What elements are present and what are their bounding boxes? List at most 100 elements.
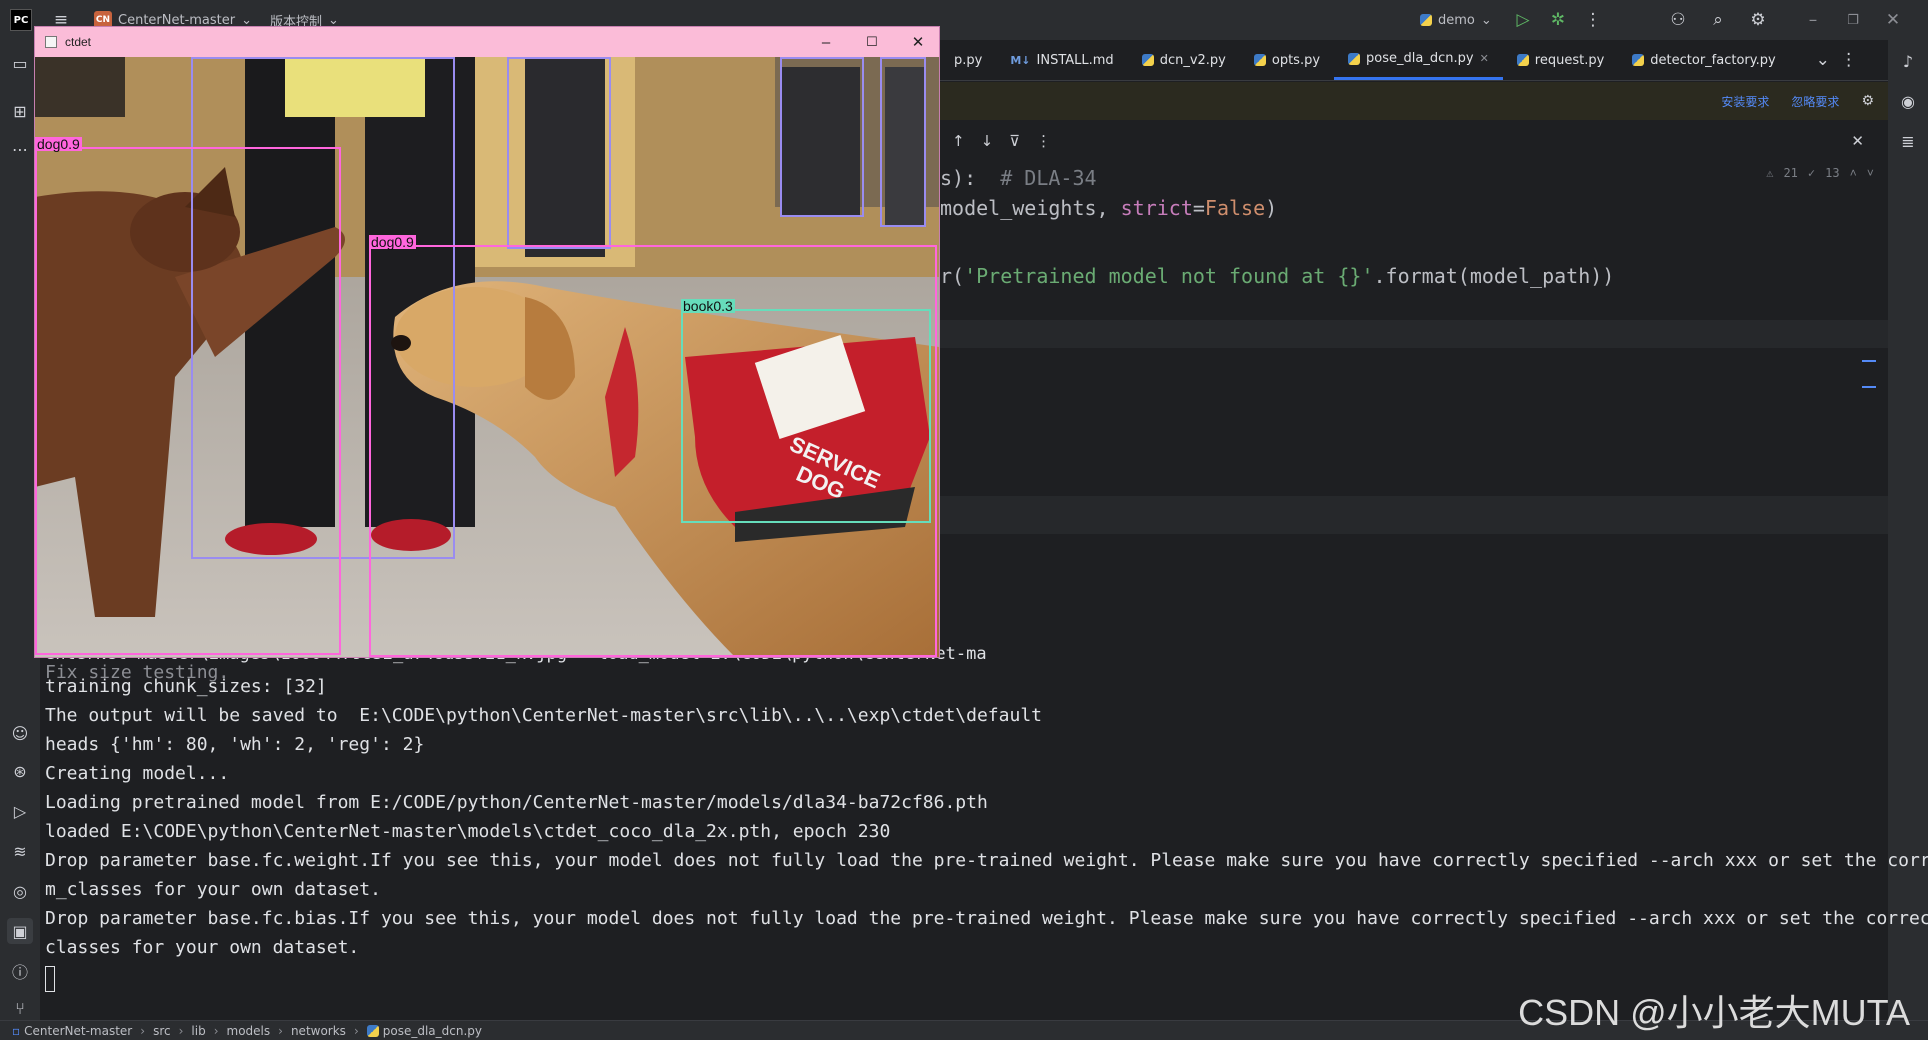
code-line-3: r('Pretrained model not found at {}'.for… <box>940 264 1615 288</box>
python-file-icon <box>1141 54 1154 66</box>
notice-settings-gear-icon[interactable]: ⚙ <box>1861 93 1874 109</box>
breadcrumb-item[interactable]: pose_dla_dcn.py <box>383 1024 482 1038</box>
install-requirements-link[interactable]: 安装要求 <box>1721 93 1769 110</box>
code-editor[interactable]: ⚠ 21 ✓ 13 ˄ ˅ s): # DLA-34 model_weights, s… <box>940 160 1888 610</box>
highlight-band <box>940 496 1888 534</box>
structure-icon[interactable]: ⊞ <box>7 98 33 124</box>
previous-occurrence-icon[interactable]: ↑ <box>952 132 965 150</box>
tab-label: pose_dla_dcn.py <box>1366 51 1474 66</box>
markdown-file-icon: M↓ <box>1010 53 1031 67</box>
search-icon[interactable]: ⌕ <box>1705 7 1731 33</box>
chevron-right-icon: › <box>140 1023 146 1038</box>
editor-tab-bar: p.py M↓ INSTALL.md dcn_v2.py opts.py pose… <box>940 40 1888 81</box>
terminal-line-8: m_classes for your own dataset. <box>45 879 381 900</box>
python-icon <box>1420 14 1432 26</box>
code-line-2: model_weights, strict=False) <box>940 196 1278 220</box>
window-maximize-icon[interactable]: ☐ <box>849 27 895 57</box>
debug-icon[interactable]: ✲ <box>1545 7 1571 33</box>
detection-box-book <box>681 309 931 523</box>
detection-label-dog: dog0.9 <box>35 136 82 152</box>
ai-assistant-icon[interactable]: ◉ <box>1895 88 1921 114</box>
chevron-right-icon: › <box>278 1023 283 1038</box>
python-file-icon <box>1253 54 1266 66</box>
pycharm-logo: PC <box>10 9 32 31</box>
scrollbar-marker[interactable] <box>1862 360 1876 388</box>
check-icon: ✓ <box>1807 166 1816 180</box>
terminal-line-10: classes for your own dataset. <box>45 937 360 958</box>
weak-warning-count: 13 <box>1825 166 1840 180</box>
window-close-icon[interactable]: ✕ <box>895 27 941 57</box>
filter-icon[interactable]: ⊽ <box>1009 132 1020 150</box>
services-icon[interactable]: ◎ <box>7 878 33 904</box>
ctdet-window-title: ctdet <box>65 35 92 49</box>
terminal-line-3: heads {'hm': 80, 'wh': 2, 'reg': 2} <box>45 734 425 755</box>
run-config-name: demo <box>1438 12 1475 28</box>
tabs-dropdown-chevron-icon[interactable]: ⌄ <box>1810 47 1836 73</box>
close-find-icon[interactable]: ✕ <box>1851 132 1864 150</box>
tab-request-py[interactable]: request.py <box>1503 40 1619 80</box>
detection-box-dog <box>35 147 341 655</box>
more-tools-icon[interactable]: ⋯ <box>7 136 33 162</box>
ctdet-window: ctdet – ☐ ✕ SERVICE DOG dog0.9 dog0.9 bo… <box>34 26 940 658</box>
project-folder-icon[interactable]: ▭ <box>7 50 33 76</box>
requirements-notice-bar: 安装要求 忽略要求 ⚙ <box>940 82 1888 120</box>
tab-label: dcn_v2.py <box>1159 52 1226 68</box>
breadcrumb-item[interactable]: CenterNet-master <box>24 1024 132 1038</box>
window-app-icon <box>45 36 57 48</box>
layers-icon[interactable]: ≋ <box>7 838 33 864</box>
chevron-down-icon: ˅ <box>1866 166 1874 180</box>
terminal-line-5: Loading pretrained model from E:/CODE/py… <box>45 792 988 813</box>
breadcrumb: ▫ CenterNet-master › src › lib › models › ne… <box>12 1024 482 1038</box>
breadcrumb-item[interactable]: lib <box>191 1024 205 1038</box>
tab-detector-factory-py[interactable]: detector_factory.py <box>1618 40 1789 80</box>
right-tool-strip: ♪ ◉ ≣ <box>1888 40 1928 1020</box>
module-icon: ▫ <box>12 1023 21 1038</box>
tab-pose-dla-dcn-py[interactable]: pose_dla_dcn.py ✕ <box>1334 40 1503 80</box>
maximize-icon[interactable]: ❐ <box>1840 7 1866 33</box>
tab-close-icon[interactable]: ✕ <box>1480 52 1489 65</box>
run-config-selector[interactable]: demo ⌄ <box>1420 13 1492 28</box>
python-file-icon <box>1632 54 1645 66</box>
git-icon[interactable]: ⑂ <box>7 998 33 1018</box>
notifications-bell-icon[interactable]: ♪ <box>1895 48 1921 74</box>
python-packages-icon[interactable]: ☺ <box>7 720 33 746</box>
close-icon[interactable]: ✕ <box>1880 7 1906 33</box>
breadcrumb-item[interactable]: src <box>153 1024 171 1038</box>
highlight-band <box>940 320 1888 348</box>
run-icon[interactable]: ▷ <box>1510 7 1536 33</box>
window-minimize-icon[interactable]: – <box>803 27 849 57</box>
chevron-up-icon: ˄ <box>1849 166 1857 180</box>
terminal-line-1: training chunk_sizes: [32] <box>45 676 327 697</box>
breadcrumb-item[interactable]: networks <box>291 1024 346 1038</box>
ctdet-title-bar[interactable]: ctdet – ☐ ✕ <box>35 27 939 57</box>
settings-gear-icon[interactable]: ⚙ <box>1745 7 1771 33</box>
terminal-line-4: Creating model... <box>45 763 230 784</box>
find-more-icon[interactable]: ⋮ <box>1036 132 1051 150</box>
tab-install-md[interactable]: M↓ INSTALL.md <box>996 40 1127 80</box>
breadcrumb-item[interactable]: models <box>227 1024 271 1038</box>
database-icon[interactable]: ≣ <box>1895 128 1921 154</box>
minimize-icon[interactable]: – <box>1800 7 1826 33</box>
inspection-widget[interactable]: ⚠ 21 ✓ 13 ˄ ˅ <box>1766 166 1874 181</box>
chevron-down-icon: ⌄ <box>1480 12 1492 28</box>
code-line-1: s): # DLA-34 <box>940 166 1097 190</box>
tab-more-icon[interactable]: ⋮ <box>1836 47 1862 73</box>
chevron-right-icon: › <box>353 1023 359 1038</box>
ignore-requirements-link[interactable]: 忽略要求 <box>1791 93 1839 110</box>
tab-opts-py[interactable]: opts.py <box>1240 40 1334 80</box>
terminal-icon[interactable]: ▣ <box>7 918 33 944</box>
problems-icon[interactable]: ⓘ <box>7 958 33 984</box>
tab-label: opts.py <box>1271 52 1321 68</box>
run-tool-icon[interactable]: ▷ <box>7 798 33 824</box>
terminal-cursor <box>45 966 55 992</box>
terminal-line-7: Drop parameter base.fc.weight.If you see… <box>45 850 1928 871</box>
python-file-icon <box>366 1024 379 1037</box>
add-user-icon[interactable]: ⚇ <box>1665 7 1691 33</box>
more-options-icon[interactable]: ⋮ <box>1580 7 1606 33</box>
next-occurrence-icon[interactable]: ↓ <box>981 132 994 150</box>
tab-dcn-v2-py[interactable]: dcn_v2.py <box>1128 40 1240 80</box>
detection-box-person <box>507 57 611 249</box>
watermark-text: CSDN @小小老大MUTA <box>1518 992 1910 1033</box>
python-console-icon[interactable]: ⊛ <box>7 758 33 784</box>
tab-p-py[interactable]: p.py <box>940 40 996 80</box>
